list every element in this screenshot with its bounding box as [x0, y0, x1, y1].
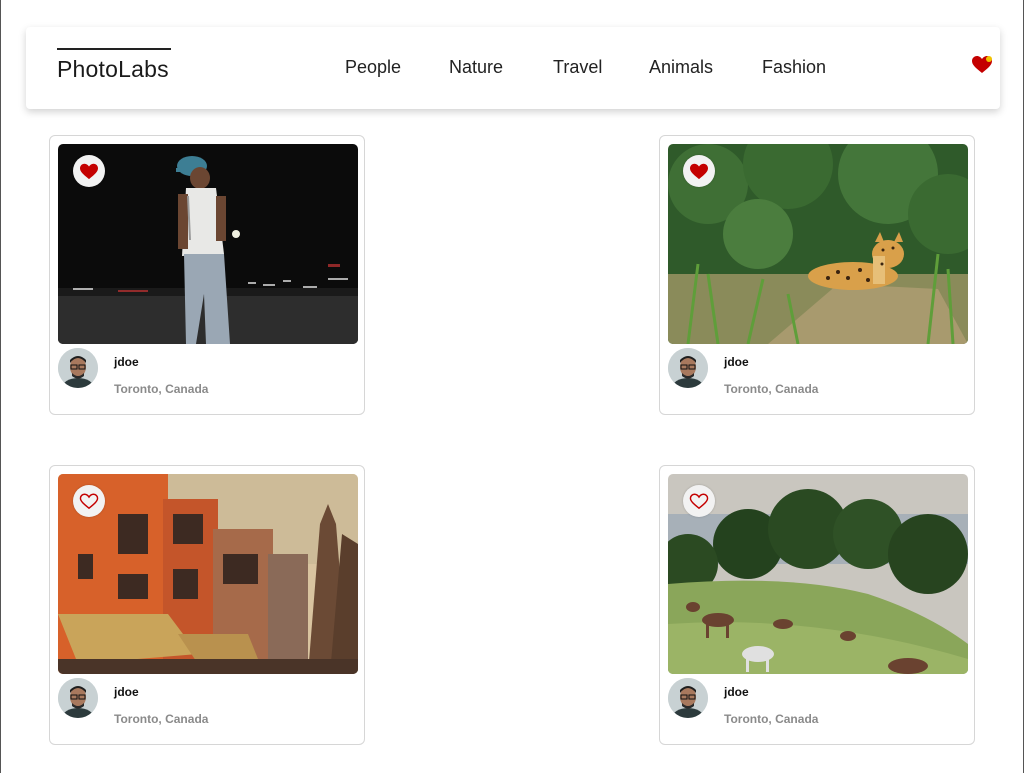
like-button[interactable]: [683, 155, 715, 187]
photographer-username: jdoe: [724, 685, 749, 699]
heart-filled-icon: [690, 163, 708, 180]
photo-image[interactable]: [668, 474, 968, 674]
photographer-username: jdoe: [724, 355, 749, 369]
topic-animals[interactable]: Animals: [649, 57, 713, 78]
photo-image[interactable]: [58, 144, 358, 344]
like-button[interactable]: [73, 485, 105, 517]
heart-filled-icon: [80, 163, 98, 180]
favourites-button[interactable]: [971, 54, 993, 76]
heart-icon: [972, 56, 992, 73]
avatar: [668, 678, 708, 718]
notification-dot: [986, 56, 992, 62]
photo-image[interactable]: [668, 144, 968, 344]
top-navigation-bar: PhotoLabs People Nature Travel Animals F…: [26, 27, 1000, 109]
photo-card: jdoe Toronto, Canada: [49, 465, 365, 745]
like-button[interactable]: [683, 485, 715, 517]
avatar: [58, 678, 98, 718]
photo-card: jdoe Toronto, Canada: [659, 465, 975, 745]
photo-card: jdoe Toronto, Canada: [49, 135, 365, 415]
photographer-location: Toronto, Canada: [724, 712, 819, 726]
photographer-location: Toronto, Canada: [114, 382, 209, 396]
photographer-location: Toronto, Canada: [114, 712, 209, 726]
photo-image[interactable]: [58, 474, 358, 674]
heart-outline-icon: [79, 493, 99, 510]
photographer-username: jdoe: [114, 355, 139, 369]
topic-travel[interactable]: Travel: [553, 57, 602, 78]
photographer-username: jdoe: [114, 685, 139, 699]
topic-nature[interactable]: Nature: [449, 57, 503, 78]
brand-logo[interactable]: PhotoLabs: [57, 48, 171, 82]
topic-people[interactable]: People: [345, 57, 401, 78]
avatar: [668, 348, 708, 388]
photographer-location: Toronto, Canada: [724, 382, 819, 396]
topic-fashion[interactable]: Fashion: [762, 57, 826, 78]
heart-outline-icon: [689, 493, 709, 510]
avatar: [58, 348, 98, 388]
like-button[interactable]: [73, 155, 105, 187]
photo-card: jdoe Toronto, Canada: [659, 135, 975, 415]
